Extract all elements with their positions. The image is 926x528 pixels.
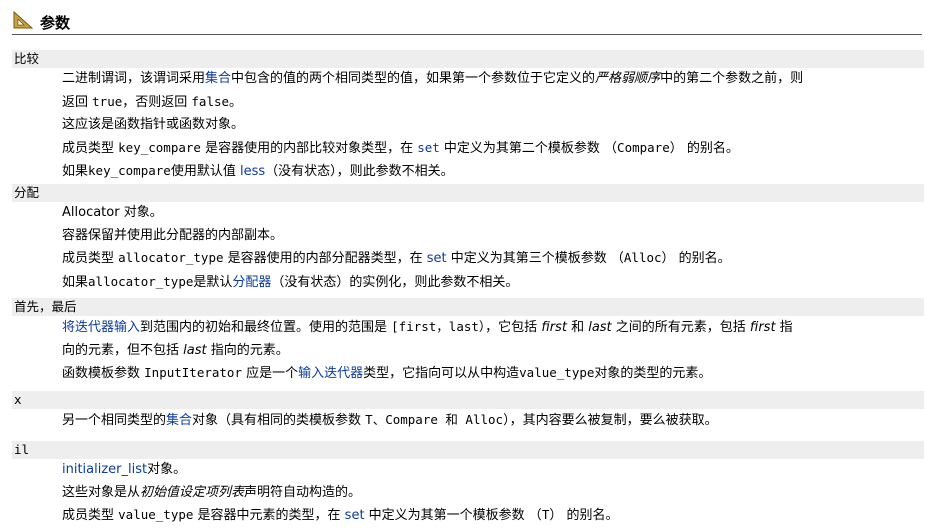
text: 对象。 (147, 462, 187, 477)
desc-line: 函数模板参数 InputIterator 应是一个输入迭代器类型，它指向可以从中… (62, 362, 922, 386)
text: 中定义为其第二个模板参数 （ (439, 140, 618, 156)
param-desc-first-last: 将迭代器输入到范围内的初始和最终位置。使用的范围是 [first，last），它… (62, 316, 922, 386)
code-alloc: Alloc (623, 250, 662, 265)
text: ） 的别名。 (549, 508, 619, 523)
param-term-x: x (12, 391, 924, 409)
text: 中包含的值的两个相同类型的值，如果第一个参数位于它定义的 (231, 71, 596, 86)
ruler-triangle-icon (13, 10, 34, 29)
desc-line: 成员类型 key_compare 是容器使用的内部比较对象类型，在 set 中定… (62, 137, 922, 161)
code-false: false (191, 93, 230, 109)
input-iterator-link[interactable]: 输入迭代器 (298, 366, 363, 381)
desc-line: 成员类型 value_type 是容器中元素的类型，在 set 中定义为其第一个… (62, 504, 922, 528)
code-template-params: T、Compare 和 Alloc (365, 412, 504, 427)
param-term-compare: 比较 (12, 50, 924, 68)
input-iterator-link[interactable]: 将迭代器输入 (62, 320, 140, 335)
text: （没有状态）的实例化，则此参数不相关。 (271, 274, 519, 290)
initializer-list-link[interactable]: initializer_list (62, 462, 147, 477)
code-input-iterator: InputIterator (144, 365, 242, 380)
param-term-il: il (12, 441, 924, 459)
text: ），其内容要么被复制，要么被获取。 (503, 413, 718, 428)
desc-line: Allocator 对象。 (62, 205, 163, 220)
text: ） 的别名。 (661, 251, 731, 266)
code-key-compare: key_compare (88, 163, 171, 178)
code-value-type: value_type (519, 365, 595, 380)
text: 中定义为其第一个模板参数 （ (364, 508, 542, 523)
text: 类型，它指向可以从中构造 (363, 366, 520, 381)
desc-line: 这些对象是从初始值设定项列表声明符自动构造的。 (62, 482, 922, 505)
text: （没有状态），则此参数不相关。 (265, 164, 454, 179)
em-last: last (588, 320, 612, 335)
em-last: last (183, 342, 207, 358)
param-term-alloc: 分配 (12, 184, 924, 202)
code-compare: Compare (617, 139, 670, 155)
text: 指 (775, 320, 793, 335)
strict-weak-order-em: 严格弱顺序 (595, 71, 661, 86)
text: 另一个相同类型的 (62, 413, 167, 428)
desc-line: 成员类型 allocator_type 是容器使用的内部分配器类型，在 set … (62, 247, 922, 271)
em-first: first (541, 320, 567, 335)
text: 返回 (62, 94, 93, 110)
param-desc-il: initializer_list对象。 这些对象是从初始值设定项列表声明符自动构… (62, 459, 922, 528)
text: 是容器使用的内部分配器类型，在 (223, 251, 427, 266)
text: 成员类型 (62, 140, 119, 156)
desc-line: 如果allocator_type是默认分配器（没有状态）的实例化，则此参数不相关… (62, 271, 922, 295)
less-link[interactable]: less (240, 164, 265, 179)
desc-line: 返回 true，否则返回 false。 (62, 91, 922, 115)
text: 使用默认值 (170, 164, 240, 179)
text: 指向的元素。 (206, 342, 289, 358)
code-allocator-type: allocator_type (88, 273, 194, 289)
param-desc-alloc: Allocator 对象。 容器保留并使用此分配器的内部副本。 成员类型 all… (62, 202, 922, 294)
desc-line: 另一个相同类型的集合对象（具有相同的类模板参数 T、Compare 和 Allo… (62, 409, 922, 433)
text: 成员类型 (62, 251, 119, 266)
text: 和 (566, 320, 589, 335)
text: 函数模板参数 (62, 366, 145, 381)
desc-line: 如果key_compare使用默认值 less（没有状态），则此参数不相关。 (62, 160, 922, 184)
text: 应是一个 (241, 366, 299, 381)
desc-line: 向的元素，但不包括 last 指向的元素。 (62, 340, 922, 363)
allocator-link[interactable]: 分配器 (232, 275, 271, 290)
text: 到范围内的初始和最终位置。使用的范围是 (140, 320, 392, 335)
set-link[interactable]: 集合 (166, 413, 192, 428)
text: 成员类型 (62, 508, 119, 523)
text: 对象的类型的元素。 (594, 366, 712, 381)
text: 之间的所有元素，包括 (611, 320, 750, 335)
set-link[interactable]: set (427, 251, 447, 266)
text: 是容器使用的内部比较对象类型，在 (200, 140, 418, 156)
code-true: true (92, 93, 123, 109)
text: 如果 (62, 164, 89, 179)
set-link[interactable]: set (345, 508, 365, 523)
param-term-first-last: 首先，最后 (12, 298, 924, 316)
text: ，否则返回 (122, 94, 192, 110)
text: ） 的别名。 (669, 140, 739, 156)
text: 向的元素，但不包括 (62, 342, 184, 358)
text: 中的第二个参数之前，则 (660, 71, 804, 86)
em-first: first (749, 320, 776, 335)
set-link[interactable]: set (417, 140, 440, 155)
text: 这些对象是从 (62, 484, 141, 500)
desc-line: 二进制谓词，该谓词采用集合中包含的值的两个相同类型的值，如果第一个参数位于它定义… (62, 68, 922, 91)
text: 如果 (62, 274, 89, 290)
desc-line: 容器保留并使用此分配器的内部副本。 (62, 227, 284, 243)
set-link[interactable]: 集合 (205, 71, 231, 86)
param-desc-x: 另一个相同类型的集合对象（具有相同的类模板参数 T、Compare 和 Allo… (62, 409, 922, 433)
text: 是容器中元素的类型，在 (193, 508, 345, 523)
initializer-list-em: 初始值设定项列表 (140, 484, 245, 500)
code-key-compare: key_compare (118, 139, 201, 155)
code-allocator-type: allocator_type (118, 250, 224, 265)
desc-line: 这应该是函数指针或函数对象。 (62, 117, 245, 132)
desc-line: initializer_list对象。 (62, 459, 922, 482)
text: 二进制谓词，该谓词采用 (62, 71, 206, 86)
text: 。 (229, 94, 243, 110)
text: ，它包括 (485, 320, 542, 335)
code-value-type: value_type (118, 507, 194, 522)
param-desc-compare: 二进制谓词，该谓词采用集合中包含的值的两个相同类型的值，如果第一个参数位于它定义… (62, 68, 922, 184)
text: 是默认 (193, 274, 233, 290)
desc-line: 将迭代器输入到范围内的初始和最终位置。使用的范围是 [first，last），它… (62, 316, 922, 340)
code-range: [first，last） (391, 319, 486, 334)
section-header: 参数 (12, 10, 922, 35)
text: 中定义为其第三个模板参数 （ (446, 251, 624, 266)
section-title: 参数 (40, 14, 71, 32)
text: 声明符自动构造的。 (244, 484, 362, 500)
text: 对象（具有相同的类模板参数 (192, 413, 366, 428)
